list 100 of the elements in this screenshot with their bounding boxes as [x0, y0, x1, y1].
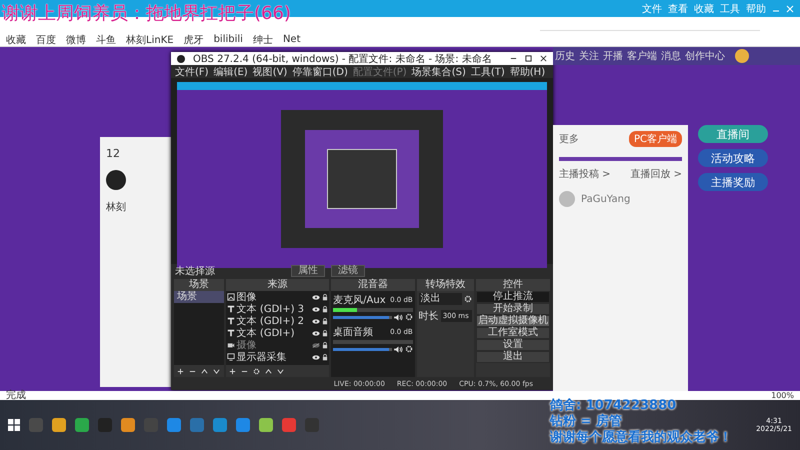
app-icon[interactable]: [75, 418, 89, 432]
volume-slider[interactable]: [333, 316, 392, 318]
obs-logo-icon: [177, 54, 185, 62]
bookmark-link[interactable]: Net: [282, 34, 301, 45]
app-icon[interactable]: [259, 418, 273, 432]
settings-icon[interactable]: [464, 295, 472, 303]
app-icon[interactable]: [213, 418, 227, 432]
camera-icon: [226, 341, 235, 349]
bookmark-link[interactable]: 林刻LinKE: [126, 32, 174, 46]
source-button[interactable]: 滤镜: [331, 265, 365, 277]
more-link[interactable]: 更多: [559, 132, 579, 146]
nav-link[interactable]: 创作中心: [685, 49, 725, 63]
nav-link[interactable]: 开播: [603, 49, 623, 63]
down-icon[interactable]: [276, 368, 284, 374]
zoom-level[interactable]: 100%: [771, 391, 794, 400]
bookmark-link[interactable]: 微博: [66, 32, 86, 46]
control-button[interactable]: 启动虚拟摄像机: [476, 315, 550, 327]
eye-icon[interactable]: [312, 306, 320, 312]
volume-slider[interactable]: [333, 348, 392, 350]
menu-item[interactable]: 工具(T): [470, 64, 505, 78]
settings-icon[interactable]: [252, 368, 260, 374]
menu-item[interactable]: 文件(F): [175, 64, 209, 78]
menu-item[interactable]: 停靠窗口(D): [292, 64, 348, 78]
image-icon: [226, 293, 235, 301]
settings-icon[interactable]: [404, 345, 413, 353]
lock-icon[interactable]: [322, 330, 328, 336]
nav-link[interactable]: 关注: [579, 49, 599, 63]
app-icon[interactable]: [167, 418, 181, 432]
dock-title: 转场特效: [416, 279, 474, 291]
close-icon[interactable]: [540, 55, 547, 62]
control-button[interactable]: 工作室模式: [476, 327, 550, 339]
eye-icon[interactable]: [312, 330, 320, 336]
nav-link[interactable]: 客户端: [627, 49, 657, 63]
source-name[interactable]: 文本 (GDI+): [236, 326, 310, 340]
app-icon[interactable]: [282, 418, 296, 432]
bookmark-link[interactable]: 绅士: [252, 32, 273, 46]
bookmark-link[interactable]: 收藏: [6, 32, 26, 46]
transition-dropdown[interactable]: 淡出: [418, 293, 462, 305]
windows-icon[interactable]: [8, 419, 20, 431]
add-icon[interactable]: [228, 368, 236, 374]
monitor-icon: [226, 353, 235, 361]
menu-item[interactable]: 编辑(E): [214, 64, 248, 78]
card-link[interactable]: 直播回放 >: [630, 167, 682, 181]
duration-label: 时长: [418, 310, 439, 323]
source-button[interactable]: 属性: [291, 265, 325, 277]
card-link[interactable]: 主播投稿 >: [559, 167, 611, 181]
control-button[interactable]: 停止推流: [476, 291, 550, 303]
source-name[interactable]: 摄像: [236, 338, 310, 352]
menu-item[interactable]: 场景集合(S): [412, 64, 466, 78]
app-icon[interactable]: [236, 418, 250, 432]
eye-icon[interactable]: [312, 318, 320, 324]
nav-link[interactable]: 历史: [555, 49, 575, 63]
overlay-text: 钻粉 = 房管: [550, 414, 623, 430]
window-title: OBS 27.2.4 (64-bit, windows) - 配置文件: 未命名 - 场景: 未命名: [193, 52, 493, 66]
menu-item[interactable]: 视图(V): [252, 64, 288, 78]
scene-item[interactable]: 场景: [174, 291, 224, 303]
nav-link[interactable]: 消息: [661, 49, 681, 63]
app-icon[interactable]: [121, 418, 135, 432]
lock-icon[interactable]: [322, 354, 328, 360]
source-name[interactable]: 图像: [236, 291, 310, 304]
up-icon[interactable]: [201, 368, 208, 374]
source-name[interactable]: 显示器采集: [236, 350, 310, 364]
bookmark-link[interactable]: 百度: [36, 32, 56, 46]
eye-icon[interactable]: [312, 294, 320, 300]
side-button[interactable]: 活动攻略: [698, 149, 768, 167]
lock-icon[interactable]: [322, 342, 328, 348]
menu-item[interactable]: 帮助(H): [510, 64, 546, 78]
speaker-icon[interactable]: [394, 346, 403, 352]
lock-icon[interactable]: [322, 318, 328, 324]
lock-icon[interactable]: [322, 294, 328, 300]
source-status: 未选择源: [175, 264, 216, 278]
control-button[interactable]: 退出: [476, 351, 550, 363]
speaker-icon[interactable]: [394, 314, 403, 320]
eye-icon[interactable]: [312, 354, 320, 360]
bookmark-link[interactable]: 斗鱼: [96, 32, 116, 46]
minimize-icon[interactable]: [510, 55, 517, 62]
dock-title: 混音器: [331, 279, 415, 291]
app-icon[interactable]: [52, 418, 66, 432]
control-button[interactable]: 开始录制: [476, 303, 550, 315]
side-button[interactable]: 主播奖励: [698, 173, 768, 191]
bookmark-link[interactable]: bilibili: [214, 34, 243, 45]
streamer-name: 林刻: [106, 200, 126, 214]
avatar-icon[interactable]: [735, 49, 749, 63]
avatar-icon: [106, 170, 126, 190]
dock-title: 控件: [476, 279, 550, 291]
user-name[interactable]: PaGuYang: [581, 194, 630, 204]
up-icon[interactable]: [264, 368, 272, 374]
eye-icon[interactable]: [312, 342, 320, 348]
down-icon[interactable]: [213, 368, 220, 374]
source-name[interactable]: 文本 (GDI+) 2: [236, 314, 310, 328]
maximize-icon[interactable]: [525, 55, 532, 62]
bookmark-link[interactable]: 虎牙: [184, 32, 204, 46]
channel-name: 麦克风/Aux: [333, 294, 386, 307]
add-icon[interactable]: [177, 368, 184, 374]
overlay-text: 谢谢每个愿意看我的观众老爷！: [550, 430, 732, 446]
dock-title: 来源: [226, 279, 330, 291]
source-name[interactable]: 文本 (GDI+) 3: [236, 302, 310, 316]
lock-icon[interactable]: [322, 306, 328, 312]
control-button[interactable]: 设置: [476, 339, 550, 351]
settings-icon[interactable]: [404, 313, 413, 321]
